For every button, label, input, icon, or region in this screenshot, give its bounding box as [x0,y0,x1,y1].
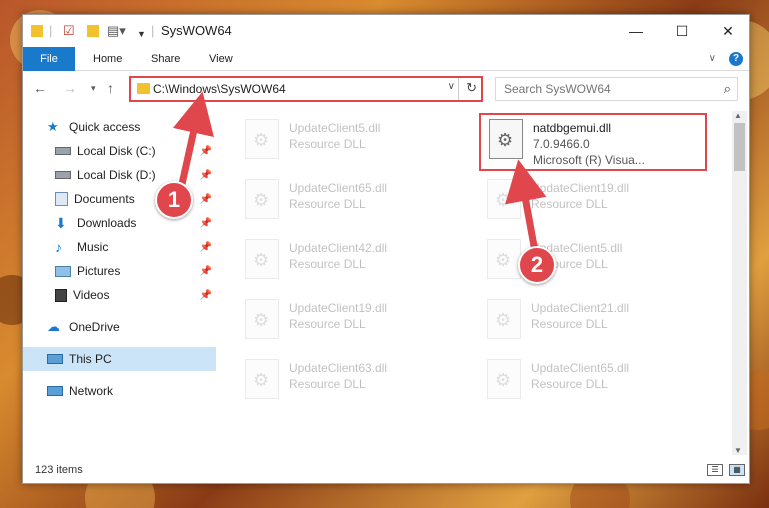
arrow-step-1 [172,91,214,188]
step-badge-2: 2 [518,246,556,284]
arrow-step-2 [505,159,547,250]
step-badge-1: 1 [155,181,193,219]
annotation-layer [172,91,547,250]
